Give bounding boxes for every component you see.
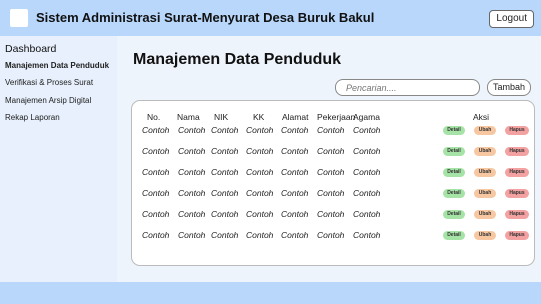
table-cell: Contoh (281, 125, 309, 135)
delete-button[interactable]: Hapus (505, 231, 529, 240)
logout-button[interactable]: Logout (489, 10, 534, 28)
column-header-pekerjaan: Pekerjaan (317, 112, 356, 122)
table-cell: Contoh (246, 209, 274, 219)
edit-button[interactable]: Ubah (474, 168, 496, 177)
table-cell: Contoh (142, 209, 170, 219)
column-header-aksi: Aksi (473, 112, 490, 122)
table-cell: Contoh (281, 167, 309, 177)
edit-button[interactable]: Ubah (474, 126, 496, 135)
table-cell: Contoh (281, 230, 309, 240)
edit-button[interactable]: Ubah (474, 231, 496, 240)
delete-button[interactable]: Hapus (505, 210, 529, 219)
table-cell: Contoh (317, 125, 345, 135)
data-table: No. Nama NIK KK Alamat Pekerjaan Agama A… (131, 100, 535, 266)
app-title: Sistem Administrasi Surat-Menyurat Desa … (36, 10, 375, 25)
sidebar: Dashboard Manajemen Data Penduduk Verifi… (0, 36, 117, 282)
table-cell: Contoh (246, 230, 274, 240)
sidebar-item-rekap-laporan[interactable]: Rekap Laporan (5, 113, 60, 122)
table-cell: Contoh (211, 125, 239, 135)
top-bar: Sistem Administrasi Surat-Menyurat Desa … (0, 0, 541, 36)
edit-button[interactable]: Ubah (474, 189, 496, 198)
table-cell: Contoh (317, 209, 345, 219)
logo (10, 9, 28, 27)
table-cell: Contoh (246, 125, 274, 135)
table-cell: Contoh (353, 125, 381, 135)
detail-button[interactable]: Detail (443, 168, 465, 177)
sidebar-item-verifikasi-proses-surat[interactable]: Verifikasi & Proses Surat (5, 78, 93, 87)
table-cell: Contoh (211, 188, 239, 198)
column-header-nama: Nama (177, 112, 200, 122)
table-cell: Contoh (353, 146, 381, 156)
table-cell: Contoh (281, 209, 309, 219)
table-cell: Contoh (353, 230, 381, 240)
table-cell: Contoh (317, 167, 345, 177)
sidebar-item-manajemen-data-penduduk[interactable]: Manajemen Data Penduduk (5, 61, 109, 70)
table-cell: Contoh (178, 146, 206, 156)
detail-button[interactable]: Detail (443, 189, 465, 198)
table-cell: Contoh (178, 125, 206, 135)
detail-button[interactable]: Detail (443, 210, 465, 219)
table-cell: Contoh (281, 146, 309, 156)
detail-button[interactable]: Detail (443, 147, 465, 156)
table-cell: Contoh (142, 188, 170, 198)
table-cell: Contoh (246, 188, 274, 198)
table-cell: Contoh (246, 167, 274, 177)
delete-button[interactable]: Hapus (505, 168, 529, 177)
sidebar-item-manajemen-arsip-digital[interactable]: Manajemen Arsip Digital (5, 96, 91, 105)
delete-button[interactable]: Hapus (505, 126, 529, 135)
table-cell: Contoh (178, 209, 206, 219)
table-cell: Contoh (317, 188, 345, 198)
search-input[interactable] (335, 79, 480, 96)
page-title: Manajemen Data Penduduk (133, 51, 342, 68)
edit-button[interactable]: Ubah (474, 210, 496, 219)
table-cell: Contoh (353, 209, 381, 219)
table-cell: Contoh (353, 188, 381, 198)
table-cell: Contoh (178, 230, 206, 240)
table-cell: Contoh (211, 167, 239, 177)
table-cell: Contoh (353, 167, 381, 177)
column-header-no: No. (147, 112, 161, 122)
delete-button[interactable]: Hapus (505, 147, 529, 156)
table-cell: Contoh (142, 167, 170, 177)
table-cell: Contoh (317, 146, 345, 156)
column-header-kk: KK (253, 112, 265, 122)
table-cell: Contoh (142, 146, 170, 156)
table-cell: Contoh (211, 146, 239, 156)
detail-button[interactable]: Detail (443, 231, 465, 240)
sidebar-item-dashboard[interactable]: Dashboard (5, 43, 56, 55)
detail-button[interactable]: Detail (443, 126, 465, 135)
table-cell: Contoh (211, 230, 239, 240)
add-button[interactable]: Tambah (487, 79, 531, 96)
table-cell: Contoh (281, 188, 309, 198)
delete-button[interactable]: Hapus (505, 189, 529, 198)
table-cell: Contoh (142, 125, 170, 135)
table-cell: Contoh (211, 209, 239, 219)
footer-bar (0, 282, 541, 304)
table-cell: Contoh (178, 188, 206, 198)
column-header-alamat: Alamat (282, 112, 309, 122)
table-cell: Contoh (317, 230, 345, 240)
table-cell: Contoh (142, 230, 170, 240)
column-header-agama: Agama (353, 112, 380, 122)
edit-button[interactable]: Ubah (474, 147, 496, 156)
table-cell: Contoh (178, 167, 206, 177)
table-cell: Contoh (246, 146, 274, 156)
column-header-nik: NIK (214, 112, 229, 122)
